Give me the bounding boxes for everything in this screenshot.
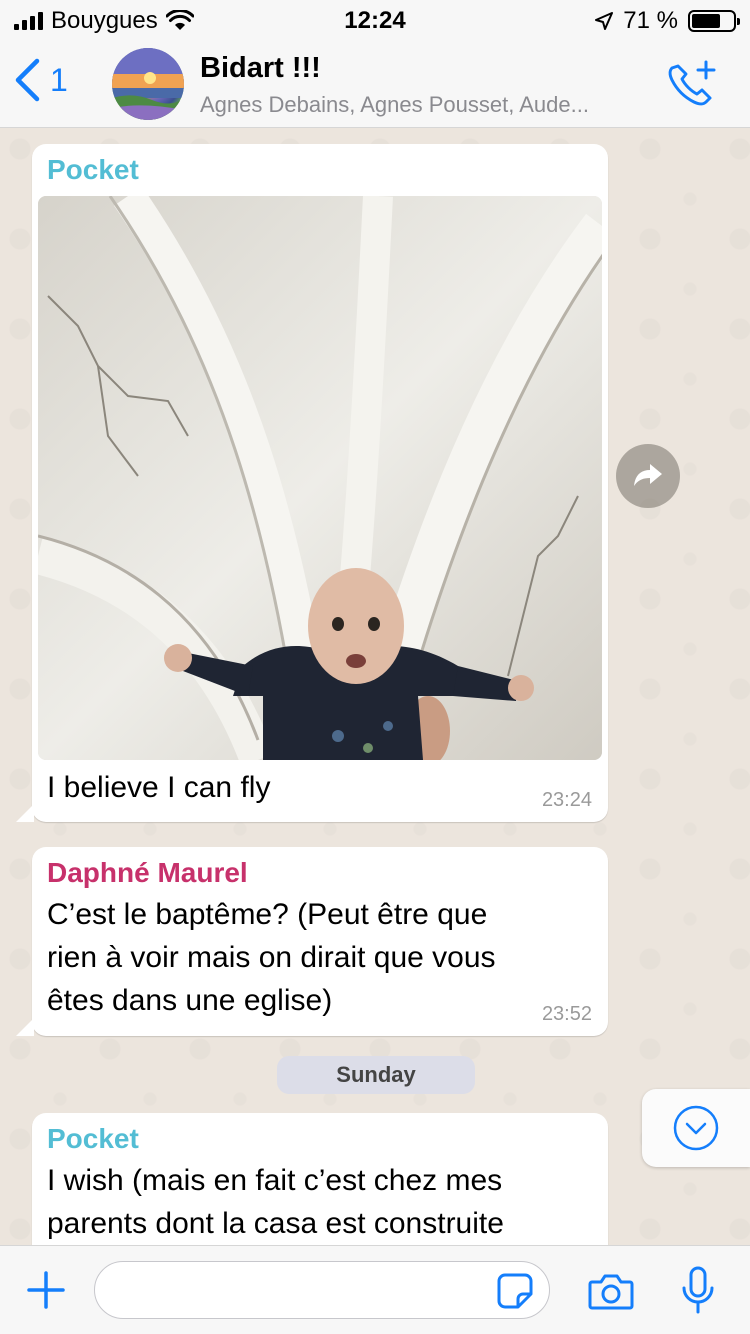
forward-arrow-icon xyxy=(634,464,662,486)
message-bubble[interactable]: Pocket I wish (mais en fait c’est chez m… xyxy=(32,1113,608,1245)
camera-icon xyxy=(588,1274,634,1310)
status-bar: Bouygues 12:24 71 % xyxy=(0,0,750,40)
message-photo[interactable] xyxy=(38,196,602,760)
message-bubble[interactable]: Pocket I believe I can fly 23:24 xyxy=(16,144,608,822)
plus-icon xyxy=(27,1271,65,1309)
message-time: 23:24 xyxy=(541,789,592,811)
group-members[interactable]: Agnes Debains, Agnes Pousset, Aude... xyxy=(200,92,650,118)
sticker-button[interactable] xyxy=(496,1272,534,1315)
chat-header: 1 Bidart !!! Agnes Debains, Agnes Pousse… xyxy=(0,40,750,128)
message-sender: Daphné Maurel xyxy=(47,857,248,888)
sunset-image-icon xyxy=(112,48,184,120)
back-button[interactable]: 1 xyxy=(14,58,68,102)
message-sender: Pocket xyxy=(47,154,139,185)
add-call-button[interactable] xyxy=(664,58,718,115)
message-sender: Pocket xyxy=(47,1123,139,1154)
attach-button[interactable] xyxy=(26,1270,66,1315)
scroll-to-bottom-button[interactable] xyxy=(642,1089,750,1167)
location-arrow-icon xyxy=(595,12,614,30)
chat-area[interactable]: Pocket I believe I can fly 23:24 Daphné … xyxy=(0,129,750,1245)
message-line: rien à voir mais on dirait que vous xyxy=(47,941,496,974)
chevron-down-circle-icon xyxy=(673,1105,719,1151)
day-separator: Sunday xyxy=(277,1056,475,1094)
carrier-name: Bouygues xyxy=(51,7,158,34)
message-input[interactable] xyxy=(94,1261,550,1319)
camera-button[interactable] xyxy=(588,1272,634,1315)
message-bubble[interactable]: Daphné Maurel C’est le baptême? (Peut êt… xyxy=(16,847,608,1036)
message-line: parents dont la casa est construite xyxy=(47,1207,504,1240)
battery-fill xyxy=(692,14,721,28)
signal-icon xyxy=(14,12,43,30)
status-left: Bouygues xyxy=(14,7,194,35)
input-bar xyxy=(0,1245,750,1334)
phone-plus-icon xyxy=(668,60,716,106)
message-line: C’est le baptême? (Peut être que xyxy=(47,898,488,931)
group-avatar[interactable] xyxy=(112,48,184,120)
forward-button[interactable] xyxy=(616,444,680,508)
status-right: 71 % xyxy=(595,7,740,35)
battery-icon xyxy=(688,10,740,32)
microphone-icon xyxy=(682,1266,714,1314)
sticker-icon xyxy=(497,1273,533,1309)
message-line: I wish (mais en fait c’est chez mes xyxy=(47,1164,503,1197)
message-time: 23:52 xyxy=(541,1003,592,1025)
battery-percent: 71 % xyxy=(623,7,678,34)
chat-title[interactable]: Bidart !!! xyxy=(200,52,321,85)
chevron-left-icon xyxy=(15,58,40,102)
baby-photo-image xyxy=(38,196,602,760)
wifi-icon xyxy=(165,10,194,30)
microphone-button[interactable] xyxy=(680,1266,716,1321)
back-count: 1 xyxy=(50,61,68,98)
message-line: êtes dans une eglise) xyxy=(47,984,333,1017)
message-text: I believe I can fly xyxy=(47,771,271,804)
